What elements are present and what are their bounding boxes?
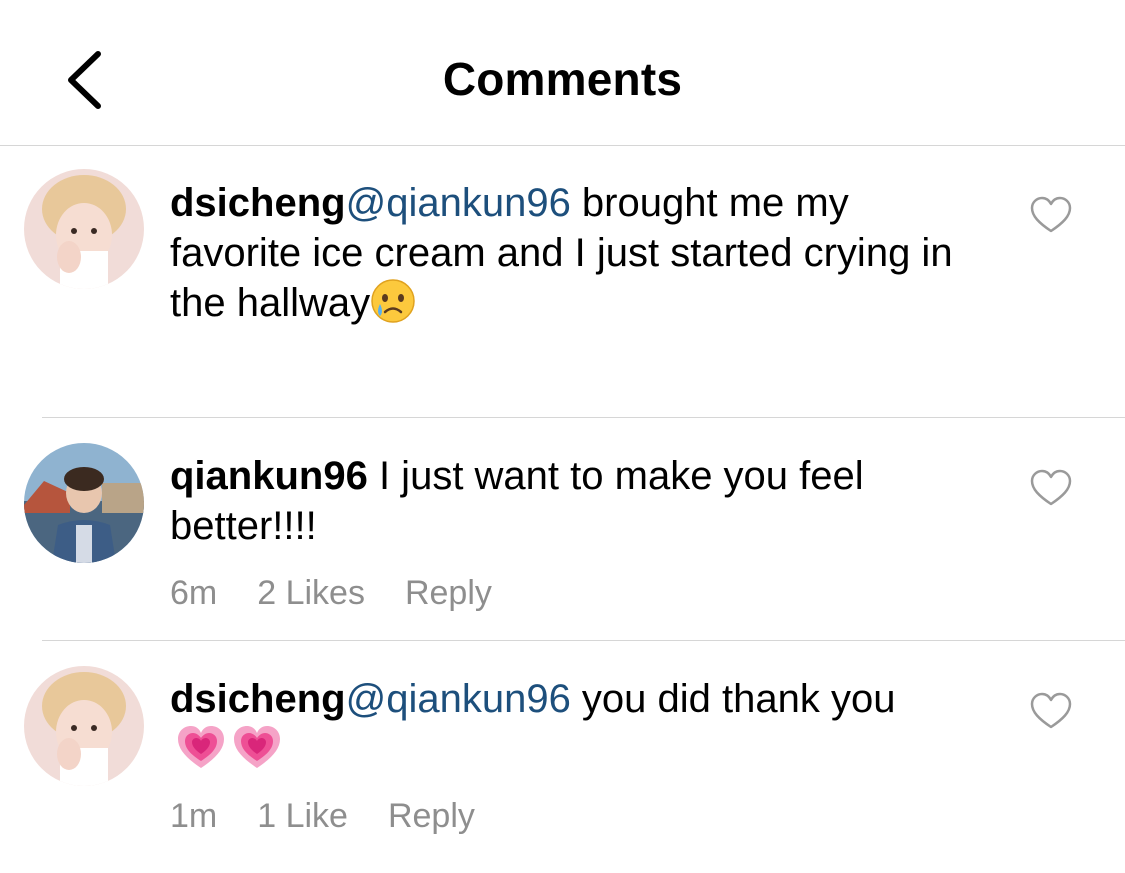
comment-time: 6m [170, 574, 218, 612]
heart-outline-icon [1030, 196, 1072, 233]
like-button[interactable] [1029, 195, 1073, 235]
page-title: Comments [442, 53, 683, 105]
avatar[interactable] [24, 169, 144, 289]
comment-likes[interactable]: 1 Like [257, 797, 348, 835]
growing-heart-icon [176, 724, 226, 782]
reply-button[interactable]: Reply [388, 797, 475, 835]
comment-text: dsicheng@qiankun96 you did thank you [170, 674, 940, 782]
heart-outline-icon [1030, 469, 1072, 506]
comment-text: qiankun96 I just want to make you feel b… [170, 451, 960, 551]
avatar[interactable] [24, 666, 144, 786]
comment-meta: 1m 1 Like Reply [170, 797, 515, 836]
comment-item: dsicheng@qiankun96 brought me my favorit… [0, 145, 1125, 417]
comment-item: dsicheng@qiankun96 you did thank you 1m 1… [0, 641, 1125, 873]
growing-heart-icon [232, 724, 282, 782]
comment-time: 1m [170, 797, 218, 835]
like-button[interactable] [1029, 468, 1073, 508]
comment-text: dsicheng@qiankun96 brought me my favorit… [170, 178, 960, 336]
avatar[interactable] [24, 443, 144, 563]
comment-username[interactable]: qiankun96 [170, 454, 368, 498]
comment-username[interactable]: dsicheng [170, 677, 346, 721]
comment-mention[interactable]: @qiankun96 [346, 181, 571, 225]
crying-face-icon [370, 278, 416, 336]
reply-button[interactable]: Reply [405, 574, 492, 612]
comment-item: qiankun96 I just want to make you feel b… [0, 418, 1125, 640]
comment-likes[interactable]: 2 Likes [257, 574, 365, 612]
comment-meta: 6m 2 Likes Reply [170, 574, 532, 613]
comment-body: you did thank you [570, 677, 896, 721]
like-button[interactable] [1029, 691, 1073, 731]
comment-mention[interactable]: @qiankun96 [346, 677, 571, 721]
header-bar: Comments [0, 0, 1125, 146]
comment-username[interactable]: dsicheng [170, 181, 346, 225]
heart-outline-icon [1030, 692, 1072, 729]
